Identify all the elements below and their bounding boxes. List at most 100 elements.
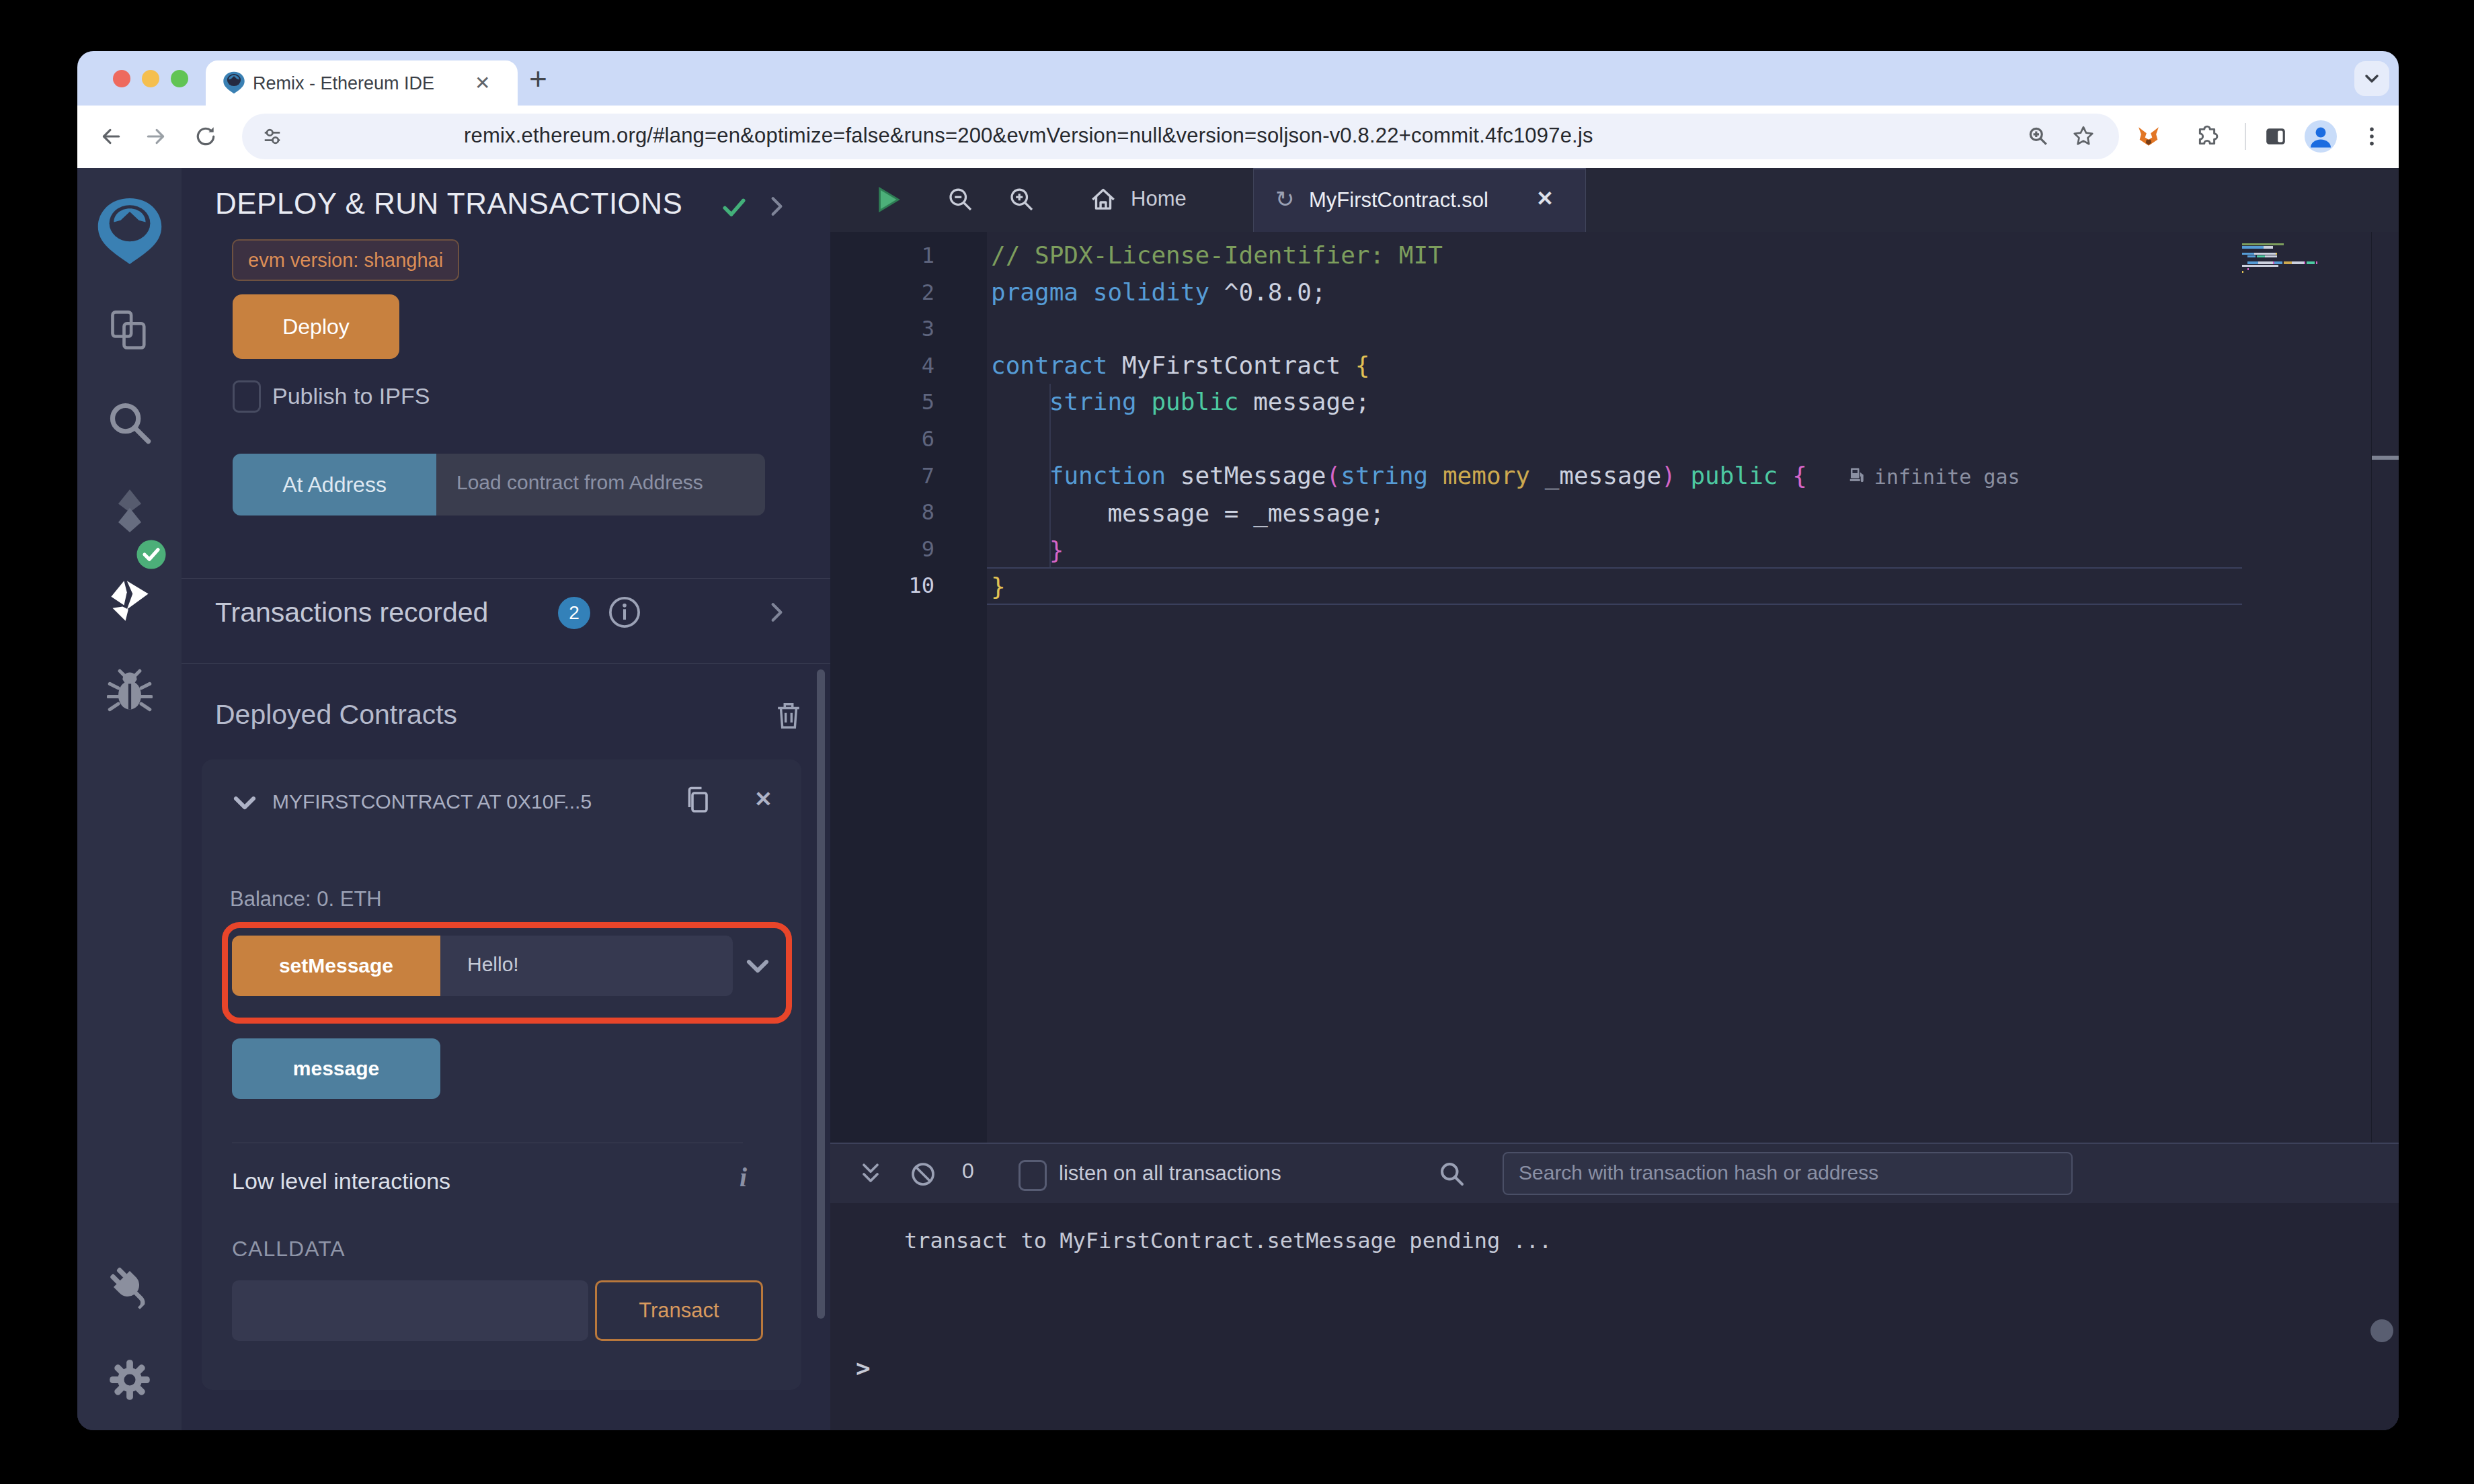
listen-label: listen on all transactions xyxy=(1059,1161,1281,1186)
contract-collapse-chevron-icon[interactable] xyxy=(232,790,257,815)
deployed-contract-card: MYFIRSTCONTRACT AT 0X10F...5 ✕ Balance: … xyxy=(202,759,801,1390)
browser-window: Remix - Ethereum IDE ✕ + remix.ethereum.… xyxy=(77,51,2399,1430)
trash-icon[interactable] xyxy=(773,700,804,731)
plugin-manager-icon[interactable] xyxy=(97,1255,162,1319)
browser-tab[interactable]: Remix - Ethereum IDE ✕ xyxy=(206,60,518,106)
line-number: 8 xyxy=(830,494,934,531)
debugger-icon[interactable] xyxy=(107,668,153,714)
transactions-expand-chevron-icon[interactable] xyxy=(765,601,788,624)
back-button[interactable] xyxy=(99,125,122,148)
code-line[interactable]: string public message; xyxy=(991,384,2020,421)
listen-checkbox[interactable] xyxy=(1019,1160,1047,1191)
set-message-input[interactable]: Hello! xyxy=(440,936,733,996)
bookmark-star-icon[interactable] xyxy=(2072,125,2095,148)
terminal-search-input[interactable]: Search with transaction hash or address xyxy=(1503,1152,2073,1195)
close-window-button[interactable] xyxy=(113,70,130,87)
contract-instance-label[interactable]: MYFIRSTCONTRACT AT 0X10F...5 xyxy=(272,790,592,813)
zoom-out-icon[interactable] xyxy=(947,186,974,213)
file-explorer-icon[interactable] xyxy=(107,308,153,354)
deploy-button[interactable]: Deploy xyxy=(233,294,399,359)
code-line[interactable]: // SPDX-License-Identifier: MIT xyxy=(991,237,2020,274)
publish-ipfs-checkbox[interactable] xyxy=(233,380,261,413)
code-editor[interactable]: 12345678910 // SPDX-License-Identifier: … xyxy=(830,232,2399,1143)
code-line[interactable] xyxy=(991,311,2020,347)
info-icon[interactable] xyxy=(608,595,641,629)
panel-expand-chevron-icon[interactable] xyxy=(765,195,788,218)
url-text[interactable]: remix.ethereum.org/#lang=en&optimize=fal… xyxy=(464,124,1593,148)
run-script-icon[interactable] xyxy=(873,185,903,214)
extensions-puzzle-icon[interactable] xyxy=(2196,125,2219,148)
home-tab[interactable]: Home xyxy=(1131,187,1187,211)
terminal-search-icon xyxy=(1439,1161,1466,1188)
browser-menu-icon[interactable] xyxy=(2360,125,2383,148)
code-line[interactable]: pragma solidity ^0.8.0; xyxy=(991,274,2020,311)
panel-scrollbar[interactable] xyxy=(817,669,825,1319)
file-tab-close-icon[interactable]: ✕ xyxy=(1536,186,1554,211)
tab-close-icon[interactable]: ✕ xyxy=(475,72,490,94)
reload-button[interactable] xyxy=(194,125,217,148)
settings-gear-icon[interactable] xyxy=(107,1357,153,1403)
editor-tabstrip: Home ↻ MyFirstContract.sol ✕ xyxy=(830,168,2399,232)
code-line[interactable]: } xyxy=(991,532,2020,569)
contract-close-icon[interactable]: ✕ xyxy=(754,786,772,812)
tab-search-button[interactable] xyxy=(2354,61,2389,96)
forward-button[interactable] xyxy=(145,125,167,148)
at-address-button[interactable]: At Address xyxy=(233,454,436,516)
terminal-prompt: > xyxy=(856,1354,871,1382)
expand-args-chevron-icon[interactable] xyxy=(745,953,770,979)
file-tab[interactable]: ↻ MyFirstContract.sol ✕ xyxy=(1253,168,1586,232)
terminal: 0 listen on all transactions Search with… xyxy=(830,1143,2399,1430)
zoom-in-icon[interactable] xyxy=(1008,186,1035,213)
code-line[interactable] xyxy=(991,421,2020,458)
code-content[interactable]: // SPDX-License-Identifier: MITpragma so… xyxy=(991,237,2020,606)
home-icon[interactable] xyxy=(1089,186,1117,214)
terminal-expand-icon[interactable] xyxy=(857,1161,884,1188)
set-message-value: Hello! xyxy=(467,953,519,976)
copy-icon[interactable] xyxy=(682,785,715,817)
calldata-label: CALLDATA xyxy=(232,1237,346,1262)
panel-title: DEPLOY & RUN TRANSACTIONS xyxy=(215,187,682,220)
compile-success-badge xyxy=(136,539,167,570)
low-level-header: Low level interactions xyxy=(232,1168,450,1194)
minimize-window-button[interactable] xyxy=(142,70,159,87)
transact-button[interactable]: Transact xyxy=(595,1280,763,1341)
at-address-input[interactable]: Load contract from Address xyxy=(436,454,765,516)
terminal-count: 0 xyxy=(962,1159,974,1184)
remix-app: DEPLOY & RUN TRANSACTIONS evm version: s… xyxy=(77,168,2399,1430)
calldata-input[interactable] xyxy=(232,1280,588,1341)
line-numbers: 12345678910 xyxy=(830,237,934,604)
line-number: 3 xyxy=(830,311,934,347)
terminal-scroll-button[interactable] xyxy=(2370,1319,2393,1342)
deploy-run-icon[interactable] xyxy=(107,578,153,624)
low-level-info-icon[interactable]: i xyxy=(740,1161,747,1193)
search-icon[interactable] xyxy=(107,400,153,446)
solidity-compiler-icon[interactable] xyxy=(107,488,153,534)
metamask-extension-icon[interactable] xyxy=(2137,125,2160,148)
code-line[interactable]: function setMessage(string memory _messa… xyxy=(991,458,2020,496)
new-tab-button[interactable]: + xyxy=(529,60,547,97)
message-button[interactable]: message xyxy=(232,1038,440,1099)
deploy-run-panel: DEPLOY & RUN TRANSACTIONS evm version: s… xyxy=(182,168,830,1430)
terminal-log-line: transact to MyFirstContract.setMessage p… xyxy=(904,1228,1552,1253)
sidebar-toggle-icon[interactable] xyxy=(2264,125,2287,148)
terminal-search-placeholder: Search with transaction hash or address xyxy=(1519,1161,1878,1184)
set-message-button[interactable]: setMessage xyxy=(232,936,440,996)
chevron-down-icon xyxy=(2361,68,2383,89)
code-line[interactable]: message = _message; xyxy=(991,495,2020,532)
tab-title: Remix - Ethereum IDE xyxy=(253,73,434,94)
maximize-window-button[interactable] xyxy=(171,70,188,87)
toolbar-divider xyxy=(2245,123,2246,150)
minimap[interactable] xyxy=(2242,236,2371,267)
site-settings-icon[interactable] xyxy=(262,126,282,147)
gas-pump-icon xyxy=(1847,466,1868,487)
profile-avatar[interactable] xyxy=(2305,120,2337,153)
code-line[interactable]: } xyxy=(991,569,2020,606)
remix-logo[interactable] xyxy=(93,195,166,267)
address-bar[interactable]: remix.ethereum.org/#lang=en&optimize=fal… xyxy=(242,114,2119,159)
clear-console-icon[interactable] xyxy=(910,1161,936,1188)
terminal-body[interactable]: transact to MyFirstContract.setMessage p… xyxy=(830,1203,2399,1430)
editor-scrollbar[interactable] xyxy=(2371,232,2399,1143)
code-line[interactable]: contract MyFirstContract { xyxy=(991,347,2020,384)
line-number: 1 xyxy=(830,237,934,274)
zoom-icon[interactable] xyxy=(2027,125,2050,148)
